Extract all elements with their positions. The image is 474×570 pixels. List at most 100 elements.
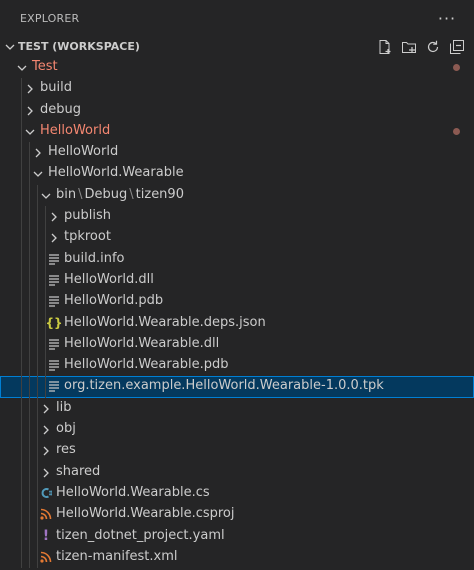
json-file-icon: {}: [45, 315, 63, 330]
indent-guide: [37, 440, 38, 462]
tree-folder[interactable]: publish: [0, 206, 474, 228]
indent-guide: [21, 291, 22, 313]
indent-guide: [21, 163, 22, 185]
file-lines-icon: [46, 357, 62, 373]
indent-guide: [21, 397, 22, 420]
tree-item-label: obj: [56, 421, 76, 437]
chevron-down-icon: [33, 172, 43, 178]
indent-guide: [45, 206, 46, 228]
tree-item-label: HelloWorld.Wearable.csproj: [56, 506, 235, 522]
tree-file[interactable]: tizen-manifest.xml: [0, 546, 474, 569]
indent-guide: [21, 504, 22, 526]
workspace-title: TEST (WORKSPACE): [18, 40, 140, 53]
chevron-right-icon: [43, 404, 49, 414]
tree-file[interactable]: org.tizen.example.HelloWorld.Wearable-1.…: [0, 376, 474, 398]
tree-item-label: HelloWorld.Wearable.cs: [56, 484, 210, 500]
collapse-all-icon[interactable]: [448, 38, 466, 56]
more-actions-icon[interactable]: ···: [436, 8, 458, 28]
tree-file[interactable]: ! tizen_dotnet_project.yaml: [0, 525, 474, 547]
indent-guide: [37, 397, 38, 420]
tree-item-label: HelloWorld: [48, 144, 119, 160]
modified-indicator: [453, 64, 460, 71]
tree-file[interactable]: HelloWorld.Wearable.cs: [0, 482, 474, 505]
tree-item-label: res: [56, 442, 76, 458]
tree-file[interactable]: HelloWorld.Wearable.csproj: [0, 504, 474, 526]
tree-item-label: lib: [56, 399, 72, 415]
workspace-header[interactable]: TEST (WORKSPACE): [0, 36, 474, 58]
indent-guide: [21, 546, 22, 569]
tree-folder[interactable]: HelloWorld: [0, 142, 474, 164]
indent-guide: [21, 184, 22, 207]
tree-item-label: shared: [56, 463, 101, 479]
tree-folder[interactable]: bin \ Debug \ tizen90: [0, 184, 474, 207]
chevron-down-icon: [41, 193, 51, 199]
indent-guide: [29, 333, 30, 356]
path-segment: tizen90: [135, 186, 184, 202]
refresh-icon[interactable]: [424, 38, 442, 56]
tree-item-label: build: [40, 80, 72, 96]
indent-guide: [29, 206, 30, 228]
tree-file[interactable]: HelloWorld.dll: [0, 269, 474, 292]
indent-guide: [21, 419, 22, 441]
tree-folder[interactable]: res: [0, 440, 474, 462]
tree-file[interactable]: build.info: [0, 248, 474, 270]
indent-guide: [21, 227, 22, 249]
tree-folder[interactable]: tpkroot: [0, 227, 474, 249]
indent-guide: [29, 312, 30, 334]
tree-item-label: tizen_dotnet_project.yaml: [56, 527, 225, 543]
tree-folder[interactable]: lib: [0, 397, 474, 420]
xml-file-icon: [38, 549, 54, 565]
chevron-right-icon: [27, 84, 33, 94]
tree-file[interactable]: HelloWorld.pdb: [0, 291, 474, 313]
tree-file[interactable]: HelloWorld.Wearable.dll: [0, 333, 474, 356]
indent-guide: [29, 482, 30, 505]
indent-guide: [21, 120, 22, 143]
tree-folder[interactable]: Test: [0, 57, 474, 78]
indent-guide: [37, 376, 38, 398]
csharp-file-icon: [38, 485, 54, 501]
tree-folder[interactable]: debug: [0, 99, 474, 121]
chevron-right-icon: [51, 212, 57, 222]
chevron-right-icon: [35, 148, 41, 158]
indent-guide: [29, 461, 30, 483]
indent-guide: [29, 525, 30, 547]
chevron-right-icon: [51, 233, 57, 243]
indent-guide: [29, 163, 30, 185]
indent-guide: [29, 355, 30, 377]
indent-guide: [37, 206, 38, 228]
indent-guide: [37, 312, 38, 334]
indent-guide: [37, 227, 38, 249]
new-file-icon[interactable]: [376, 38, 394, 56]
indent-guide: [37, 269, 38, 292]
indent-guide: [29, 504, 30, 526]
chevron-right-icon: [27, 106, 33, 116]
indent-guide: [37, 419, 38, 441]
indent-guide: [21, 248, 22, 270]
tree-item-label: org.tizen.example.HelloWorld.Wearable-1.…: [64, 378, 384, 394]
tree-item-label: HelloWorld.Wearable.dll: [64, 335, 220, 351]
explorer-header: EXPLORER ···: [0, 0, 474, 36]
tree-folder[interactable]: shared: [0, 461, 474, 483]
tree-file[interactable]: HelloWorld.Wearable.pdb: [0, 355, 474, 377]
file-lines-icon: [46, 293, 62, 309]
new-folder-icon[interactable]: [400, 38, 418, 56]
workspace-actions: [376, 38, 466, 56]
tree-folder[interactable]: HelloWorld: [0, 120, 474, 143]
indent-guide: [37, 355, 38, 377]
tree-item-label: HelloWorld.dll: [64, 271, 154, 287]
indent-guide: [21, 99, 22, 121]
indent-guide: [29, 376, 30, 398]
tree-file[interactable]: {} HelloWorld.Wearable.deps.json: [0, 312, 474, 334]
path-separator: \: [129, 186, 134, 202]
tree-folder[interactable]: obj: [0, 419, 474, 441]
tree-item-label: HelloWorld.Wearable.pdb: [64, 357, 229, 373]
tree-folder[interactable]: build: [0, 78, 474, 100]
tree-item-label: build.info: [64, 250, 125, 266]
chevron-down-icon: [17, 65, 27, 71]
tree-item-label: HelloWorld.pdb: [64, 293, 164, 309]
tree-folder[interactable]: HelloWorld.Wearable: [0, 163, 474, 185]
file-lines-icon: [46, 336, 62, 352]
tree-item-label: HelloWorld: [40, 122, 111, 138]
indent-guide: [37, 333, 38, 356]
tree-item-label: debug: [40, 101, 81, 117]
